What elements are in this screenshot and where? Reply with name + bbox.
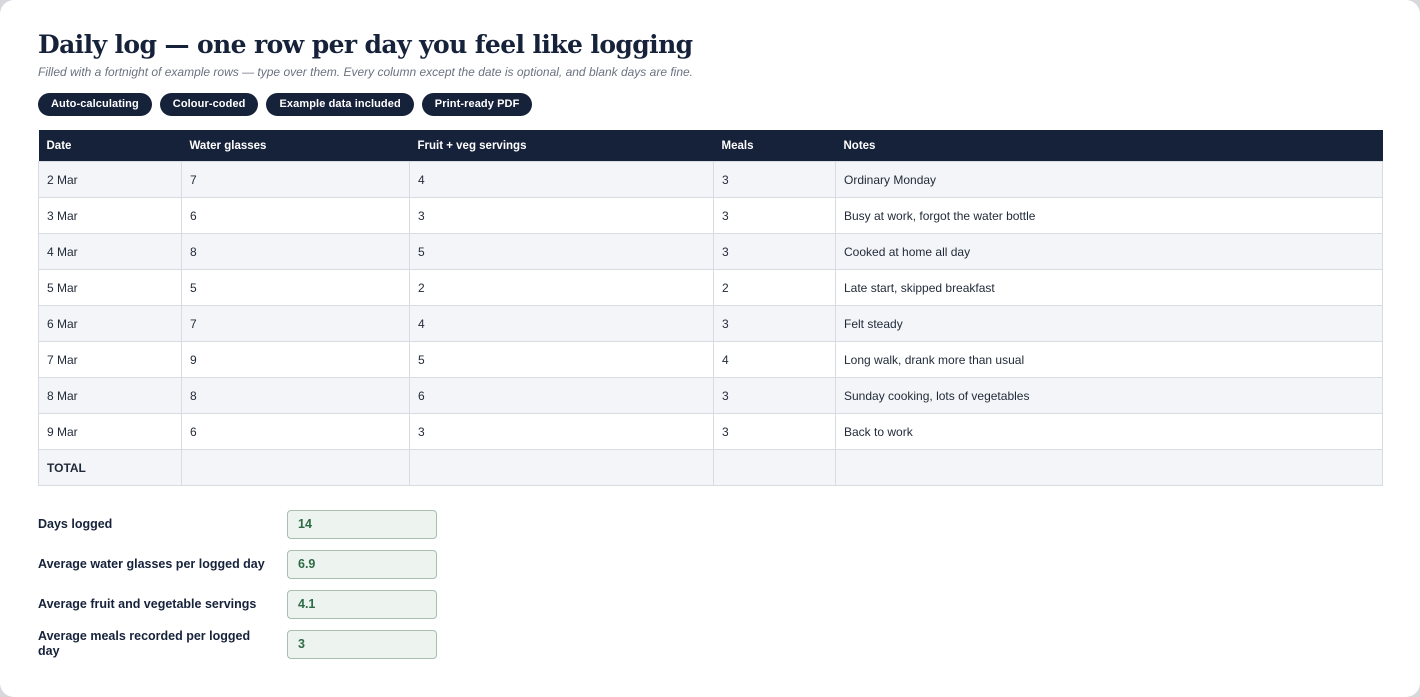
cell-notes[interactable]: Felt steady [835, 305, 1383, 342]
cell-fruit-veg[interactable]: 5 [409, 233, 714, 270]
page-subtitle: Filled with a fortnight of example rows … [38, 65, 694, 79]
total-row: TOTAL [38, 449, 1383, 486]
cell-water[interactable]: 5 [181, 269, 410, 306]
table-row: 9 Mar 6 3 3 Back to work [38, 413, 1383, 450]
column-header-date: Date [38, 130, 182, 162]
summary-row-avg-water: Average water glasses per logged day 6.9 [38, 544, 1382, 584]
summary-label: Average meals recorded per logged day [38, 629, 251, 658]
summary-value-days-logged: 14 [287, 509, 437, 539]
cell-notes[interactable]: Late start, skipped breakfast [835, 269, 1383, 306]
cell-notes[interactable]: Cooked at home all day [835, 233, 1383, 270]
table-row: 8 Mar 8 6 3 Sunday cooking, lots of vege… [38, 377, 1383, 414]
page-title: Daily log — one row per day you feel lik… [38, 30, 693, 59]
total-fruit-veg [409, 449, 714, 486]
cell-fruit-veg[interactable]: 3 [409, 413, 714, 450]
feature-badges: Auto-calculating Colour-coded Example da… [38, 93, 1382, 116]
cell-notes[interactable]: Sunday cooking, lots of vegetables [835, 377, 1383, 414]
badge-auto-calculating: Auto-calculating [38, 93, 152, 116]
table-header-row: Date Water glasses Fruit + veg servings … [38, 130, 1383, 162]
cell-date[interactable]: 7 Mar [38, 341, 182, 378]
cell-meals[interactable]: 3 [713, 233, 836, 270]
badge-example-data: Example data included [266, 93, 414, 116]
summary-panel: Days logged 14 Average water glasses per… [38, 504, 1382, 664]
summary-row-days-logged: Days logged 14 [38, 504, 1382, 544]
table-row: 6 Mar 7 4 3 Felt steady [38, 305, 1383, 342]
cell-meals[interactable]: 4 [713, 341, 836, 378]
cell-fruit-veg[interactable]: 2 [409, 269, 714, 306]
column-header-meals: Meals [713, 130, 836, 162]
summary-label: Days logged [38, 516, 113, 531]
cell-date[interactable]: 4 Mar [38, 233, 182, 270]
table-row: 5 Mar 5 2 2 Late start, skipped breakfas… [38, 269, 1383, 306]
cell-date[interactable]: 3 Mar [38, 197, 182, 234]
cell-notes[interactable]: Ordinary Monday [835, 161, 1383, 198]
cell-meals[interactable]: 3 [713, 197, 836, 234]
cell-meals[interactable]: 3 [713, 413, 836, 450]
cell-meals[interactable]: 3 [713, 161, 836, 198]
summary-row-avg-fruit-veg: Average fruit and vegetable servings 4.1 [38, 584, 1382, 624]
daily-log-table: Date Water glasses Fruit + veg servings … [38, 130, 1383, 486]
cell-fruit-veg[interactable]: 6 [409, 377, 714, 414]
column-header-notes: Notes [835, 130, 1383, 162]
badge-print-ready: Print-ready PDF [421, 93, 533, 116]
summary-label: Average water glasses per logged day [38, 556, 265, 571]
cell-water[interactable]: 6 [181, 197, 410, 234]
summary-value-avg-water: 6.9 [287, 549, 437, 579]
cell-water[interactable]: 8 [181, 377, 410, 414]
cell-date[interactable]: 8 Mar [38, 377, 182, 414]
summary-value-avg-fruit-veg: 4.1 [287, 589, 437, 619]
cell-meals[interactable]: 2 [713, 269, 836, 306]
cell-water[interactable]: 7 [181, 161, 410, 198]
cell-fruit-veg[interactable]: 4 [409, 305, 714, 342]
cell-meals[interactable]: 3 [713, 377, 836, 414]
cell-date[interactable]: 2 Mar [38, 161, 182, 198]
cell-water[interactable]: 6 [181, 413, 410, 450]
cell-date[interactable]: 5 Mar [38, 269, 182, 306]
cell-fruit-veg[interactable]: 5 [409, 341, 714, 378]
table-row: 7 Mar 9 5 4 Long walk, drank more than u… [38, 341, 1383, 378]
table-row: 4 Mar 8 5 3 Cooked at home all day [38, 233, 1383, 270]
summary-value-avg-meals: 3 [287, 629, 437, 659]
cell-meals[interactable]: 3 [713, 305, 836, 342]
cell-water[interactable]: 9 [181, 341, 410, 378]
badge-colour-coded: Colour-coded [159, 93, 259, 116]
total-notes [835, 449, 1383, 486]
cell-date[interactable]: 6 Mar [38, 305, 182, 342]
cell-fruit-veg[interactable]: 4 [409, 161, 714, 198]
total-meals [713, 449, 836, 486]
cell-notes[interactable]: Long walk, drank more than usual [835, 341, 1383, 378]
cell-notes[interactable]: Back to work [835, 413, 1383, 450]
table-row: 2 Mar 7 4 3 Ordinary Monday [38, 161, 1383, 198]
cell-notes[interactable]: Busy at work, forgot the water bottle [835, 197, 1383, 234]
total-label: TOTAL [38, 449, 182, 486]
table-row: 3 Mar 6 3 3 Busy at work, forgot the wat… [38, 197, 1383, 234]
summary-label: Average fruit and vegetable servings [38, 596, 257, 611]
cell-date[interactable]: 9 Mar [38, 413, 182, 450]
column-header-water: Water glasses [181, 130, 410, 162]
total-water [181, 449, 410, 486]
summary-row-avg-meals: Average meals recorded per logged day 3 [38, 624, 1382, 664]
cell-water[interactable]: 8 [181, 233, 410, 270]
cell-water[interactable]: 7 [181, 305, 410, 342]
column-header-fruit-veg: Fruit + veg servings [409, 130, 714, 162]
cell-fruit-veg[interactable]: 3 [409, 197, 714, 234]
log-card: Daily log — one row per day you feel lik… [0, 0, 1420, 697]
